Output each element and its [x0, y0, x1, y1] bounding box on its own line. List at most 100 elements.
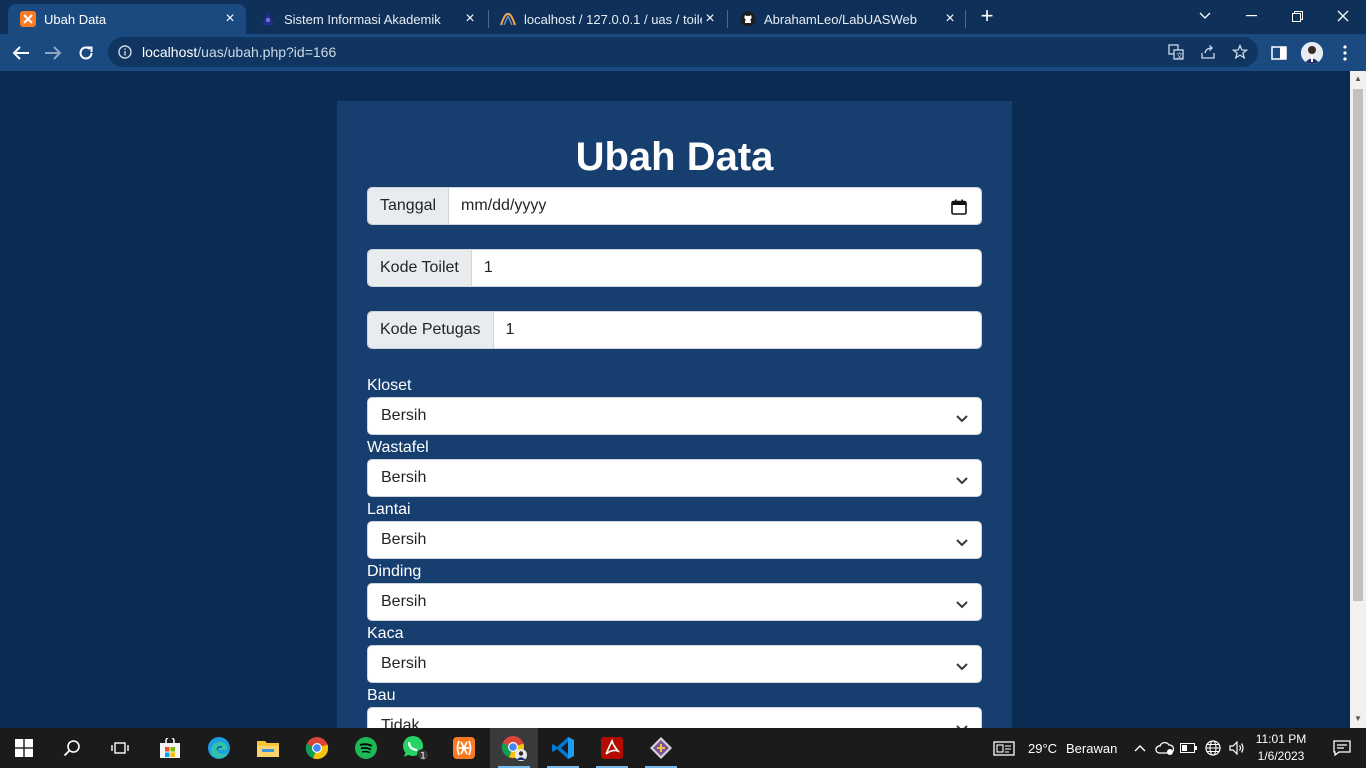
- form-card: Ubah Data Tanggal mm/dd/yyyy Kode Toilet…: [337, 101, 1012, 728]
- side-panel-icon[interactable]: [1268, 42, 1290, 64]
- kaca-select[interactable]: Bersih: [367, 645, 982, 683]
- task-view-icon[interactable]: [96, 728, 144, 768]
- tab-label: Ubah Data: [44, 11, 107, 27]
- bau-label: Bau: [367, 687, 396, 704]
- address-bar[interactable]: localhost/uas/ubah.php?id=166 文: [108, 37, 1258, 67]
- kode-toilet-input-group: Kode Toilet 1: [367, 249, 982, 287]
- kode-petugas-input-group: Kode Petugas 1: [367, 311, 982, 349]
- tanggal-date-input[interactable]: mm/dd/yyyy: [449, 188, 981, 224]
- start-button[interactable]: [0, 728, 48, 768]
- lantai-select[interactable]: Bersih: [367, 521, 982, 559]
- chrome-icon[interactable]: [293, 728, 341, 768]
- tanggal-input-group: Tanggal mm/dd/yyyy: [367, 187, 982, 225]
- notification-center-icon[interactable]: [1318, 728, 1366, 768]
- kaca-value: Bersih: [381, 655, 427, 672]
- microsoft-store-icon[interactable]: [146, 728, 194, 768]
- xampp-icon[interactable]: [440, 728, 488, 768]
- weather-temperature[interactable]: 29°C: [1028, 741, 1057, 756]
- chrome-profile-icon[interactable]: [490, 728, 538, 768]
- chevron-down-icon: [955, 721, 969, 728]
- kloset-select[interactable]: Bersih: [367, 397, 982, 435]
- kode-petugas-input[interactable]: 1: [493, 312, 981, 348]
- close-window-button[interactable]: [1320, 0, 1366, 32]
- clock-date: 1/6/2023: [1257, 749, 1305, 763]
- cloud-sync-icon[interactable]: [1154, 728, 1176, 768]
- tanggal-label: Tanggal: [368, 188, 450, 224]
- minimize-button[interactable]: [1228, 0, 1274, 32]
- file-explorer-icon[interactable]: [244, 728, 292, 768]
- vscode-icon[interactable]: [539, 728, 587, 768]
- kode-toilet-label: Kode Toilet: [368, 250, 472, 286]
- chevron-down-icon: [955, 535, 969, 547]
- dinding-value: Bersih: [381, 593, 427, 610]
- lantai-label: Lantai: [367, 501, 411, 518]
- wastafel-select[interactable]: Bersih: [367, 459, 982, 497]
- bau-select[interactable]: Tidak: [367, 707, 982, 728]
- dinding-select[interactable]: Bersih: [367, 583, 982, 621]
- bookmark-star-icon[interactable]: [1230, 43, 1250, 61]
- akademik-logo-icon: [260, 11, 276, 27]
- lantai-value: Bersih: [381, 531, 427, 548]
- page-title: Ubah Data: [575, 135, 774, 179]
- close-tab-icon[interactable]: ×: [462, 10, 478, 27]
- profile-avatar[interactable]: [1301, 42, 1323, 64]
- page-scrollbar[interactable]: ▲ ▼: [1350, 71, 1366, 728]
- browser-toolbar: localhost/uas/ubah.php?id=166 文: [0, 34, 1366, 71]
- tab-search-chevron-icon[interactable]: [1182, 0, 1228, 32]
- chevron-down-icon: [955, 597, 969, 609]
- close-tab-icon[interactable]: ×: [702, 10, 718, 27]
- kode-toilet-input[interactable]: 1: [471, 250, 981, 286]
- kloset-label: Kloset: [367, 377, 412, 394]
- network-globe-icon[interactable]: [1202, 728, 1224, 768]
- chevron-down-icon: [955, 473, 969, 485]
- date-placeholder: mm/dd/yyyy: [461, 197, 547, 214]
- weather-description[interactable]: Berawan: [1066, 741, 1117, 756]
- xampp-icon: [20, 11, 36, 27]
- tab-sistem-informasi[interactable]: Sistem Informasi Akademik ×: [248, 4, 486, 34]
- restore-button[interactable]: [1274, 0, 1320, 32]
- edge-browser-icon[interactable]: [195, 728, 243, 768]
- tray-chevron-up-icon[interactable]: [1130, 728, 1150, 768]
- scroll-up-arrow-icon[interactable]: ▲: [1354, 75, 1362, 83]
- forward-button[interactable]: [40, 40, 66, 66]
- share-icon[interactable]: [1198, 43, 1218, 61]
- chevron-down-icon: [955, 659, 969, 671]
- tab-separator: [965, 10, 966, 28]
- translate-icon[interactable]: 文: [1166, 43, 1186, 61]
- battery-icon[interactable]: [1178, 728, 1200, 768]
- weather-widget-icon[interactable]: [984, 728, 1024, 768]
- spotify-icon[interactable]: [342, 728, 390, 768]
- scroll-down-arrow-icon[interactable]: ▼: [1354, 715, 1362, 723]
- acrobat-reader-icon[interactable]: [588, 728, 636, 768]
- phpmyadmin-icon: [500, 11, 516, 27]
- search-icon[interactable]: [48, 728, 96, 768]
- close-tab-icon[interactable]: ×: [222, 10, 238, 27]
- tab-strip: Ubah Data × Sistem Informasi Akademik × …: [0, 0, 1366, 34]
- tab-github[interactable]: AbrahamLeo/LabUASWeb ×: [728, 4, 966, 34]
- wastafel-label: Wastafel: [367, 439, 429, 456]
- tab-ubah-data[interactable]: Ubah Data ×: [8, 4, 246, 34]
- page-viewport: Ubah Data Tanggal mm/dd/yyyy Kode Toilet…: [0, 71, 1350, 728]
- svg-text:文: 文: [1176, 51, 1183, 60]
- wastafel-value: Bersih: [381, 469, 427, 486]
- close-tab-icon[interactable]: ×: [942, 10, 958, 27]
- whatsapp-notification-count: 1: [420, 752, 426, 762]
- new-tab-button[interactable]: +: [976, 5, 998, 28]
- kloset-value: Bersih: [381, 407, 427, 424]
- tab-phpmyadmin[interactable]: localhost / 127.0.0.1 / uas / toilet ×: [488, 4, 726, 34]
- bau-value: Tidak: [381, 717, 420, 728]
- reload-button[interactable]: [73, 40, 99, 66]
- kode-petugas-label: Kode Petugas: [368, 312, 494, 348]
- whatsapp-icon[interactable]: 1: [391, 728, 439, 768]
- tab-label: Sistem Informasi Akademik: [284, 11, 441, 27]
- menu-kebab-icon[interactable]: [1334, 42, 1356, 64]
- tab-label: AbrahamLeo/LabUASWeb: [764, 11, 917, 27]
- back-button[interactable]: [8, 40, 34, 66]
- scrollbar-thumb[interactable]: [1353, 89, 1363, 601]
- git-tool-icon[interactable]: [637, 728, 685, 768]
- dinding-label: Dinding: [367, 563, 422, 580]
- taskbar-clock[interactable]: 11:01 PM 1/6/2023: [1248, 731, 1314, 765]
- calendar-icon[interactable]: [951, 199, 967, 215]
- site-info-icon[interactable]: [118, 45, 132, 59]
- volume-icon[interactable]: [1226, 728, 1248, 768]
